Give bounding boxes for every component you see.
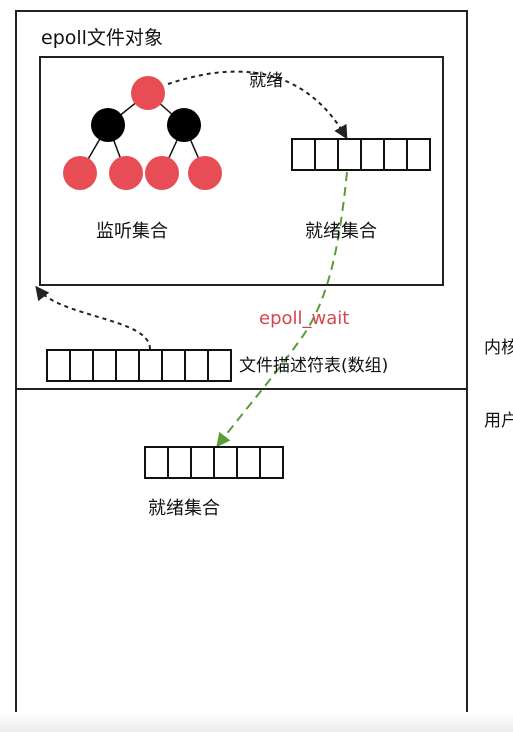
epoll-wait-label: epoll_wait <box>259 308 350 329</box>
kernel-space-label: 内核 <box>484 338 513 358</box>
user-space-label: 用户 <box>484 411 513 431</box>
ready-set-user-array <box>144 446 284 479</box>
bottom-edge-shadow <box>0 712 513 732</box>
tree-leaf-node <box>188 156 222 190</box>
tree-leaf-node <box>145 156 179 190</box>
user-space-frame <box>15 388 468 731</box>
ready-set-kernel-array <box>291 138 431 171</box>
ready-set-user-label: 就绪集合 <box>148 498 220 519</box>
tree-node-black-right <box>167 108 201 142</box>
kernel-space-frame <box>15 10 468 390</box>
ready-set-kernel-label: 就绪集合 <box>305 221 377 242</box>
ready-arrow-label: 就绪 <box>249 71 283 91</box>
fd-table-label: 文件描述符表(数组) <box>239 356 389 376</box>
fd-table-array <box>46 349 232 382</box>
tree-root-node <box>131 76 165 110</box>
fd-to-epoll-arrow <box>35 285 151 350</box>
tree-leaf-node <box>109 156 143 190</box>
epoll-object-label: epoll文件对象 <box>41 27 163 49</box>
tree-node-black-left <box>91 108 125 142</box>
monitor-set-label: 监听集合 <box>96 221 168 242</box>
tree-leaf-node <box>63 156 97 190</box>
